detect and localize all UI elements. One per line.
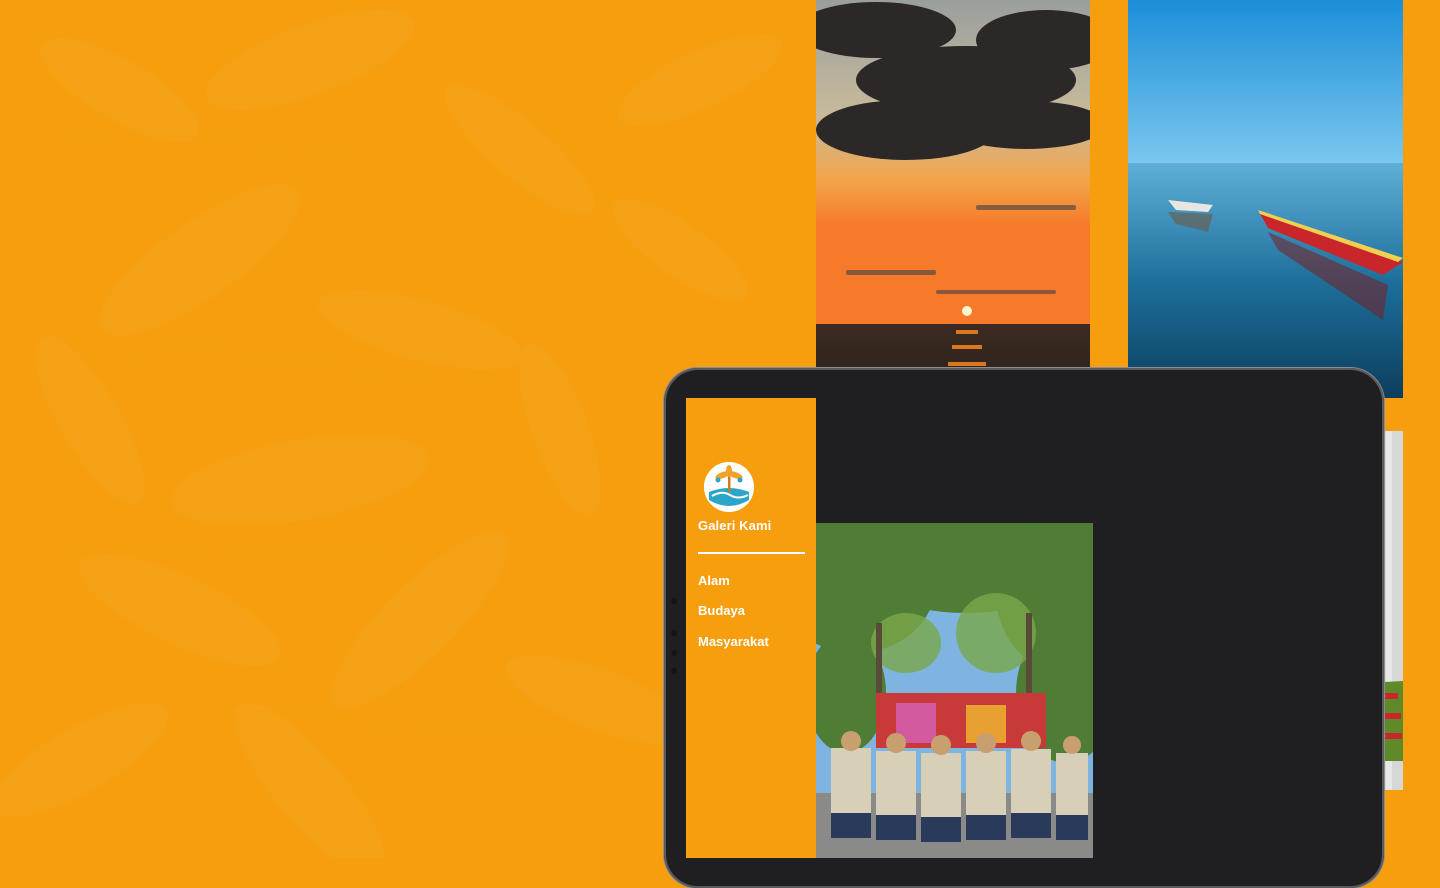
gallery-sidebar (686, 388, 816, 858)
nav-item-budaya[interactable]: Budaya (698, 603, 745, 618)
nav-item-masyarakat[interactable]: Masyarakat (698, 634, 769, 649)
sidebar-divider (698, 552, 805, 554)
boats-calm-sea-photo[interactable] (1128, 0, 1403, 398)
group-traditional-attire-photo[interactable] (816, 523, 1093, 858)
gallery-title: Galeri Kami (698, 518, 772, 533)
tablet-screen-top-bezel (686, 388, 1345, 398)
palm-island-wave-logo (704, 462, 754, 512)
nav-item-alam[interactable]: Alam (698, 573, 730, 588)
